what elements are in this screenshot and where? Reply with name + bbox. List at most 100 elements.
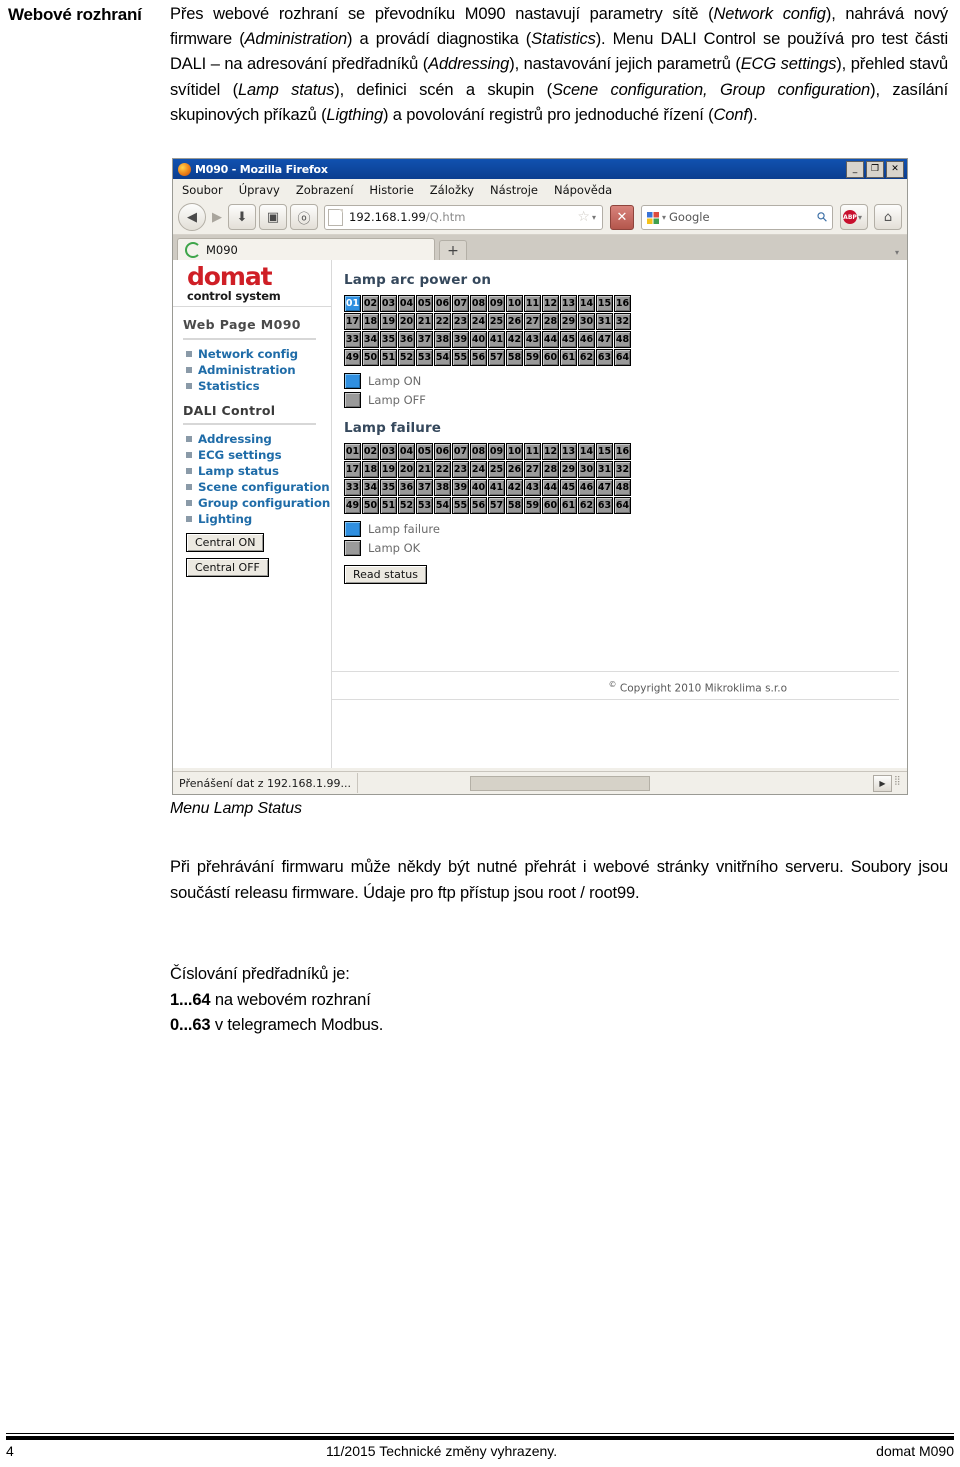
lamp-cell-06[interactable]: 06 bbox=[434, 295, 451, 312]
lamp-cell-54[interactable]: 54 bbox=[434, 497, 451, 514]
lamp-cell-58[interactable]: 58 bbox=[506, 497, 523, 514]
tab-list-caret-icon[interactable]: ▾ bbox=[895, 248, 899, 257]
maximize-button[interactable]: ❐ bbox=[866, 161, 884, 178]
sidebar-item-lighting[interactable]: Lighting bbox=[183, 511, 331, 527]
lamp-cell-59[interactable]: 59 bbox=[524, 349, 541, 366]
lamp-cell-30[interactable]: 30 bbox=[578, 313, 595, 330]
sidebar-item-network-config[interactable]: Network config bbox=[183, 346, 331, 362]
menu-item-bookmarks[interactable]: Záložky bbox=[430, 183, 474, 197]
sidebar-item-administration[interactable]: Administration bbox=[183, 362, 331, 378]
home-icon[interactable]: ⌂ bbox=[874, 204, 902, 230]
address-bar[interactable]: 192.168.1.99/Q.htm ☆ ▾ bbox=[324, 204, 603, 230]
lamp-cell-25[interactable]: 25 bbox=[488, 461, 505, 478]
lamp-cell-60[interactable]: 60 bbox=[542, 497, 559, 514]
scrollbar-thumb[interactable] bbox=[470, 776, 650, 791]
lamp-cell-11[interactable]: 11 bbox=[524, 443, 541, 460]
lamp-cell-26[interactable]: 26 bbox=[506, 313, 523, 330]
lamp-cell-02[interactable]: 02 bbox=[362, 295, 379, 312]
lamp-cell-31[interactable]: 31 bbox=[596, 313, 613, 330]
lamp-cell-39[interactable]: 39 bbox=[452, 479, 469, 496]
lamp-cell-35[interactable]: 35 bbox=[380, 331, 397, 348]
lamp-cell-25[interactable]: 25 bbox=[488, 313, 505, 330]
lamp-cell-53[interactable]: 53 bbox=[416, 349, 433, 366]
lamp-cell-52[interactable]: 52 bbox=[398, 349, 415, 366]
lamp-cell-51[interactable]: 51 bbox=[380, 349, 397, 366]
lamp-cell-08[interactable]: 08 bbox=[470, 295, 487, 312]
close-button[interactable]: ✕ bbox=[886, 161, 904, 178]
lamp-cell-46[interactable]: 46 bbox=[578, 479, 595, 496]
scroll-right-icon[interactable]: ▶ bbox=[873, 774, 892, 792]
menu-item-tools[interactable]: Nástroje bbox=[490, 183, 538, 197]
lamp-cell-41[interactable]: 41 bbox=[488, 331, 505, 348]
lamp-cell-16[interactable]: 16 bbox=[614, 295, 631, 312]
lamp-cell-12[interactable]: 12 bbox=[542, 295, 559, 312]
lamp-cell-36[interactable]: 36 bbox=[398, 331, 415, 348]
lamp-cell-27[interactable]: 27 bbox=[524, 313, 541, 330]
adblock-icon[interactable]: ABP ▾ bbox=[840, 204, 868, 230]
lamp-cell-41[interactable]: 41 bbox=[488, 479, 505, 496]
lamp-cell-32[interactable]: 32 bbox=[614, 461, 631, 478]
lamp-cell-37[interactable]: 37 bbox=[416, 331, 433, 348]
lamp-cell-19[interactable]: 19 bbox=[380, 461, 397, 478]
lamp-cell-57[interactable]: 57 bbox=[488, 497, 505, 514]
sidebar-item-statistics[interactable]: Statistics bbox=[183, 378, 331, 394]
lamp-cell-18[interactable]: 18 bbox=[362, 313, 379, 330]
lamp-cell-01[interactable]: 01 bbox=[344, 295, 361, 312]
lamp-cell-05[interactable]: 05 bbox=[416, 295, 433, 312]
lamp-cell-03[interactable]: 03 bbox=[380, 295, 397, 312]
download-icon[interactable]: ⬇ bbox=[228, 204, 256, 230]
central-on-button[interactable]: Central ON bbox=[186, 533, 265, 552]
lamp-cell-61[interactable]: 61 bbox=[560, 497, 577, 514]
lamp-cell-53[interactable]: 53 bbox=[416, 497, 433, 514]
lamp-cell-64[interactable]: 64 bbox=[614, 497, 631, 514]
menu-item-help[interactable]: Nápověda bbox=[554, 183, 612, 197]
lamp-cell-04[interactable]: 04 bbox=[398, 443, 415, 460]
chevron-down-icon[interactable]: ▾ bbox=[592, 213, 596, 222]
lamp-cell-15[interactable]: 15 bbox=[596, 443, 613, 460]
lamp-cell-56[interactable]: 56 bbox=[470, 349, 487, 366]
lamp-cell-44[interactable]: 44 bbox=[542, 331, 559, 348]
lamp-cell-33[interactable]: 33 bbox=[344, 331, 361, 348]
lamp-cell-28[interactable]: 28 bbox=[542, 461, 559, 478]
history-icon[interactable]: ⓞ bbox=[290, 204, 318, 230]
menu-item-view[interactable]: Zobrazení bbox=[296, 183, 354, 197]
lamp-cell-15[interactable]: 15 bbox=[596, 295, 613, 312]
lamp-cell-35[interactable]: 35 bbox=[380, 479, 397, 496]
lamp-cell-54[interactable]: 54 bbox=[434, 349, 451, 366]
lamp-cell-42[interactable]: 42 bbox=[506, 331, 523, 348]
bookmark-star-icon[interactable]: ☆ bbox=[577, 209, 590, 225]
lamp-cell-51[interactable]: 51 bbox=[380, 497, 397, 514]
lamp-cell-12[interactable]: 12 bbox=[542, 443, 559, 460]
lamp-cell-20[interactable]: 20 bbox=[398, 313, 415, 330]
lamp-cell-36[interactable]: 36 bbox=[398, 479, 415, 496]
lamp-cell-26[interactable]: 26 bbox=[506, 461, 523, 478]
lamp-cell-64[interactable]: 64 bbox=[614, 349, 631, 366]
minimize-button[interactable]: _ bbox=[846, 161, 864, 178]
lamp-cell-40[interactable]: 40 bbox=[470, 331, 487, 348]
sidebar-item-lamp-status[interactable]: Lamp status bbox=[183, 463, 331, 479]
lamp-cell-44[interactable]: 44 bbox=[542, 479, 559, 496]
lamp-cell-45[interactable]: 45 bbox=[560, 479, 577, 496]
lamp-cell-49[interactable]: 49 bbox=[344, 349, 361, 366]
sidebar-item-addressing[interactable]: Addressing bbox=[183, 431, 331, 447]
lamp-cell-46[interactable]: 46 bbox=[578, 331, 595, 348]
lamp-cell-07[interactable]: 07 bbox=[452, 295, 469, 312]
lamp-cell-16[interactable]: 16 bbox=[614, 443, 631, 460]
lamp-cell-08[interactable]: 08 bbox=[470, 443, 487, 460]
search-input[interactable]: ▾ Google ⚲ bbox=[641, 204, 833, 230]
lamp-cell-57[interactable]: 57 bbox=[488, 349, 505, 366]
lamp-cell-02[interactable]: 02 bbox=[362, 443, 379, 460]
lamp-cell-43[interactable]: 43 bbox=[524, 331, 541, 348]
bookmark-icon[interactable]: ▣ bbox=[259, 204, 287, 230]
tab-m090[interactable]: M090 bbox=[177, 238, 435, 261]
lamp-cell-47[interactable]: 47 bbox=[596, 331, 613, 348]
lamp-cell-13[interactable]: 13 bbox=[560, 443, 577, 460]
lamp-cell-19[interactable]: 19 bbox=[380, 313, 397, 330]
lamp-cell-28[interactable]: 28 bbox=[542, 313, 559, 330]
lamp-cell-17[interactable]: 17 bbox=[344, 313, 361, 330]
lamp-cell-43[interactable]: 43 bbox=[524, 479, 541, 496]
lamp-cell-09[interactable]: 09 bbox=[488, 443, 505, 460]
lamp-cell-39[interactable]: 39 bbox=[452, 331, 469, 348]
lamp-cell-32[interactable]: 32 bbox=[614, 313, 631, 330]
lamp-cell-61[interactable]: 61 bbox=[560, 349, 577, 366]
